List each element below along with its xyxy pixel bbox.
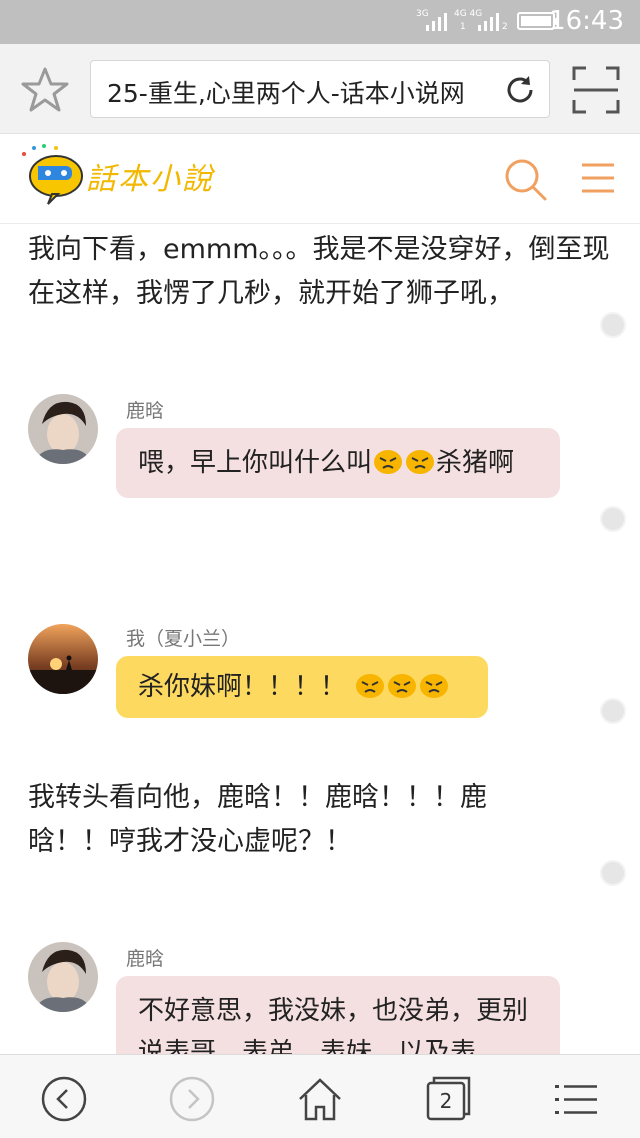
browser-address-bar: 25-重生,心里两个人-话本小说网 <box>0 44 640 134</box>
status-bar: 3G 4G 4G 1 2 16:43 <box>0 0 640 44</box>
angry-face-icon <box>406 450 435 474</box>
angry-face-icon <box>374 450 403 474</box>
story-content: 我向下看，emmm。。。我是不是没穿好，倒至现在这样，我愣了几秒，就开始了狮子吼… <box>0 224 640 1054</box>
more-menu-icon[interactable] <box>552 1075 600 1123</box>
search-icon[interactable] <box>502 156 548 202</box>
comment-dot[interactable] <box>600 698 626 724</box>
back-icon[interactable] <box>40 1075 88 1123</box>
sim-badge-1: 1 <box>460 22 466 32</box>
avatar-me[interactable] <box>28 624 98 694</box>
message-text: 不好意思，我没妹，也没弟，更别说表哥，表弟，表妹，以及表 <box>138 996 529 1054</box>
avatar-luhan[interactable] <box>28 942 98 1012</box>
chat-bubble: 喂，早上你叫什么叫 杀猪啊 <box>116 428 560 498</box>
comment-dot[interactable] <box>600 506 626 532</box>
tab-count: 2 <box>439 1089 453 1113</box>
site-logo-icon[interactable] <box>18 142 88 208</box>
signal-icon <box>426 13 447 31</box>
avatar-luhan[interactable] <box>28 394 98 464</box>
menu-icon[interactable] <box>578 160 618 196</box>
speaker-name: 我（夏小兰） <box>126 628 241 650</box>
site-header: 話本小說 <box>0 134 640 224</box>
bookmark-star-icon[interactable] <box>20 66 70 114</box>
clock: 16:43 <box>549 6 624 36</box>
browser-bottom-nav: 2 <box>0 1054 640 1138</box>
story-paragraph: 我向下看，emmm。。。我是不是没穿好，倒至现在这样，我愣了几秒，就开始了狮子吼… <box>28 234 610 309</box>
story-paragraph: 我转头看向他，鹿晗！！鹿晗！！！鹿晗！！哼我才没心虚呢？！ <box>28 782 487 857</box>
sim-badge-2: 2 <box>502 22 508 32</box>
angry-face-icon <box>356 674 385 698</box>
comment-dot[interactable] <box>600 860 626 886</box>
speaker-name: 鹿晗 <box>126 948 165 970</box>
comment-dot[interactable] <box>600 312 626 338</box>
angry-face-icon <box>420 674 449 698</box>
url-field[interactable]: 25-重生,心里两个人-话本小说网 <box>90 60 550 118</box>
forward-icon[interactable] <box>168 1075 216 1123</box>
home-icon[interactable] <box>296 1075 344 1123</box>
signal-icon-2 <box>478 13 499 31</box>
url-title: 25-重生,心里两个人-话本小说网 <box>107 79 465 108</box>
message-text-cont: 杀猪啊 <box>436 448 515 478</box>
scan-icon[interactable] <box>572 66 620 114</box>
speaker-name: 鹿晗 <box>126 400 165 422</box>
tabs-button[interactable]: 2 <box>424 1075 472 1123</box>
message-text: 喂，早上你叫什么叫 <box>138 448 373 478</box>
reload-icon[interactable] <box>503 73 537 107</box>
site-logo-text: 話本小說 <box>86 162 214 197</box>
message-text: 杀你妹啊！！！！ <box>138 672 347 702</box>
chat-bubble: 杀你妹啊！！！！ <box>116 656 488 718</box>
angry-face-icon <box>388 674 417 698</box>
chat-bubble: 不好意思，我没妹，也没弟，更别说表哥，表弟，表妹，以及表 <box>116 976 560 1054</box>
